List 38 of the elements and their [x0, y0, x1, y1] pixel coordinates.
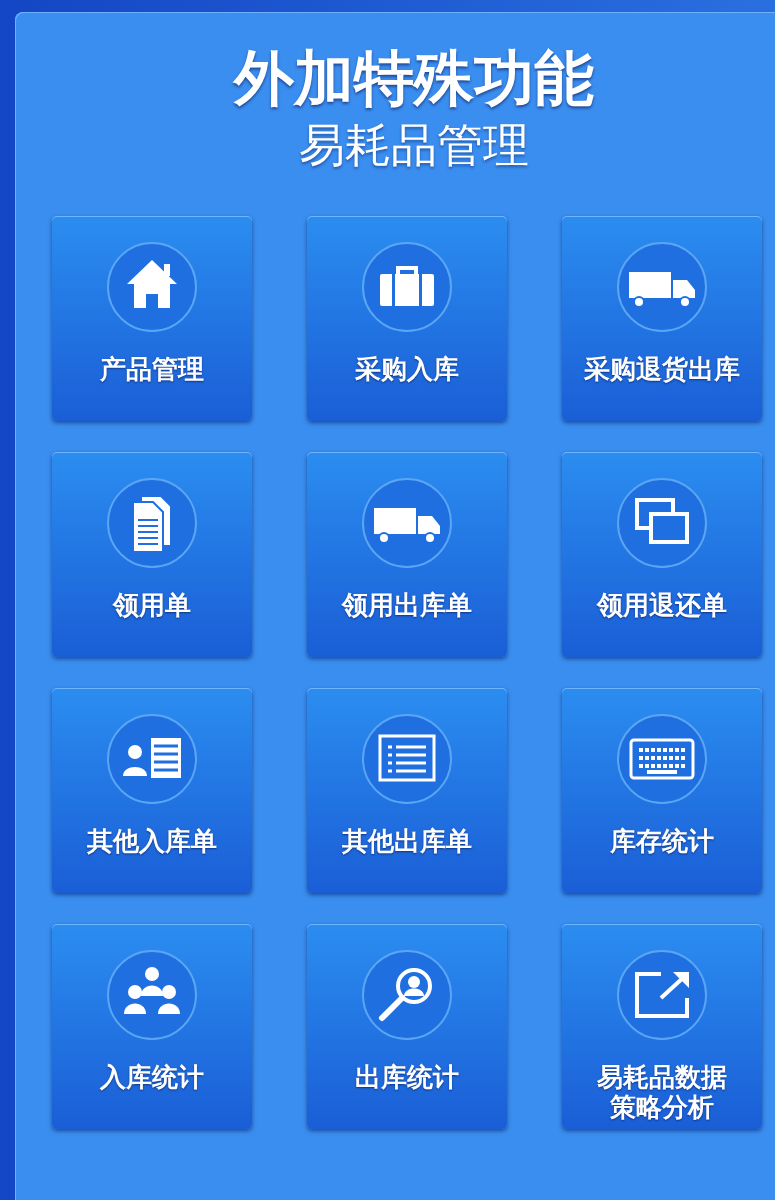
page-title: 外加特殊功能 — [232, 42, 595, 115]
menu-tile[interactable]: 领用单 — [52, 452, 252, 657]
contact-list-icon — [107, 714, 197, 804]
documents-icon — [107, 478, 197, 568]
tile-label: 领用退还单 — [597, 590, 727, 620]
menu-tile[interactable]: 其他出库单 — [307, 688, 507, 893]
briefcase-icon — [362, 242, 452, 332]
menu-tile[interactable]: 入库统计 — [52, 924, 252, 1129]
tile-label: 产品管理 — [100, 354, 204, 384]
tile-label: 易耗品数据策略分析 — [596, 1062, 728, 1122]
menu-tile[interactable]: 产品管理 — [52, 216, 252, 421]
keyboard-icon — [617, 714, 707, 804]
share-icon — [617, 950, 707, 1040]
menu-tile[interactable]: 易耗品数据策略分析 — [562, 924, 762, 1129]
tile-label: 领用出库单 — [342, 590, 472, 620]
menu-tile[interactable]: 采购入库 — [307, 216, 507, 421]
tile-label: 采购入库 — [355, 354, 459, 384]
menu-tile[interactable]: 采购退货出库 — [562, 216, 762, 421]
tile-label: 领用单 — [113, 590, 191, 620]
house-icon — [107, 242, 197, 332]
people-icon — [107, 950, 197, 1040]
tile-label: 出库统计 — [355, 1062, 459, 1092]
page-subtitle: 易耗品管理 — [297, 117, 530, 174]
truck-icon — [362, 478, 452, 568]
tile-label: 采购退货出库 — [584, 354, 740, 384]
list-icon — [362, 714, 452, 804]
tile-label: 库存统计 — [610, 826, 714, 856]
tile-label: 其他出库单 — [342, 826, 472, 856]
menu-tile[interactable]: 领用退还单 — [562, 452, 762, 657]
menu-tile[interactable]: 出库统计 — [307, 924, 507, 1129]
tile-label: 入库统计 — [100, 1062, 204, 1092]
windows-icon — [617, 478, 707, 568]
tile-label: 其他入库单 — [87, 826, 217, 856]
menu-tile[interactable]: 领用出库单 — [307, 452, 507, 657]
menu-tile[interactable]: 库存统计 — [562, 688, 762, 893]
person-search-icon — [362, 950, 452, 1040]
truck-icon — [617, 242, 707, 332]
menu-tile[interactable]: 其他入库单 — [52, 688, 252, 893]
